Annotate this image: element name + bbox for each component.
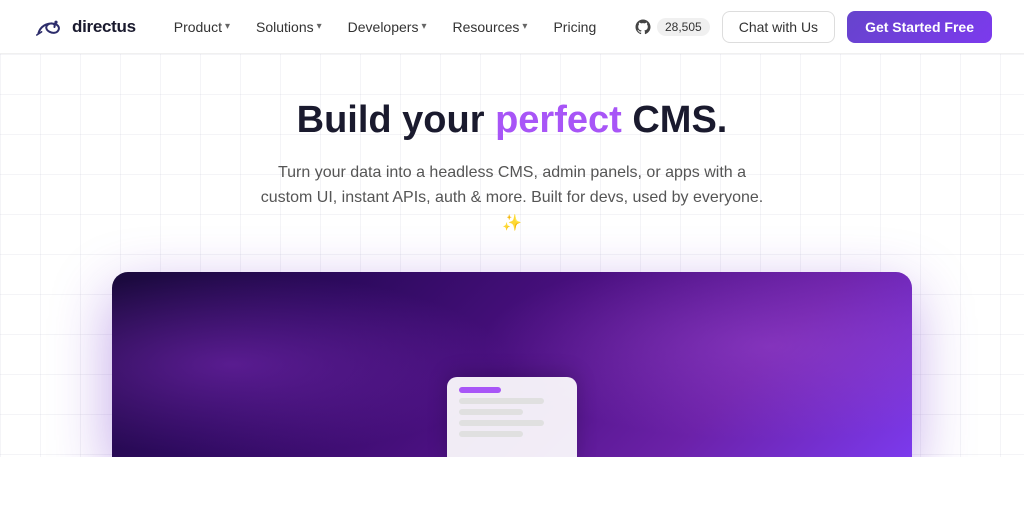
- hero-title-highlight: perfect: [495, 99, 622, 141]
- logo-text: directus: [72, 17, 136, 37]
- chat-button[interactable]: Chat with Us: [722, 11, 835, 43]
- chevron-down-icon: ▾: [522, 21, 527, 32]
- chevron-down-icon: ▾: [421, 21, 426, 32]
- nav-item-product[interactable]: Product ▾: [164, 13, 240, 41]
- get-started-button[interactable]: Get Started Free: [847, 11, 992, 43]
- hero-title-part1: Build your: [297, 99, 495, 141]
- hero-section: Build your perfect CMS. Turn your data i…: [0, 54, 1024, 457]
- nav-item-solutions[interactable]: Solutions ▾: [246, 13, 332, 41]
- card-line-accent: [459, 387, 501, 393]
- nav-right: 28,505 Chat with Us Get Started Free: [634, 11, 992, 43]
- chevron-down-icon: ▾: [225, 21, 230, 32]
- card-line-4: [459, 431, 523, 437]
- card-line-3: [459, 420, 544, 426]
- hero-subtitle: Turn your data into a headless CMS, admi…: [252, 160, 772, 237]
- chevron-down-icon: ▾: [317, 21, 322, 32]
- github-icon: [634, 18, 652, 36]
- nav-links: Product ▾ Solutions ▾ Developers ▾ Resou…: [164, 13, 634, 41]
- directus-logo-icon: [32, 11, 64, 43]
- github-count: 28,505: [657, 18, 710, 36]
- card-line-1: [459, 398, 544, 404]
- card-line-2: [459, 409, 523, 415]
- floating-card: [447, 377, 577, 457]
- hero-title-part2: CMS.: [622, 99, 728, 141]
- dashboard-preview: [112, 272, 912, 457]
- logo-link[interactable]: directus: [32, 11, 136, 43]
- nav-item-resources[interactable]: Resources ▾: [443, 13, 538, 41]
- nav-item-pricing[interactable]: Pricing: [543, 13, 606, 41]
- github-badge[interactable]: 28,505: [634, 18, 710, 36]
- navbar: directus Product ▾ Solutions ▾ Developer…: [0, 0, 1024, 54]
- hero-title: Build your perfect CMS.: [32, 98, 992, 144]
- nav-item-developers[interactable]: Developers ▾: [338, 13, 437, 41]
